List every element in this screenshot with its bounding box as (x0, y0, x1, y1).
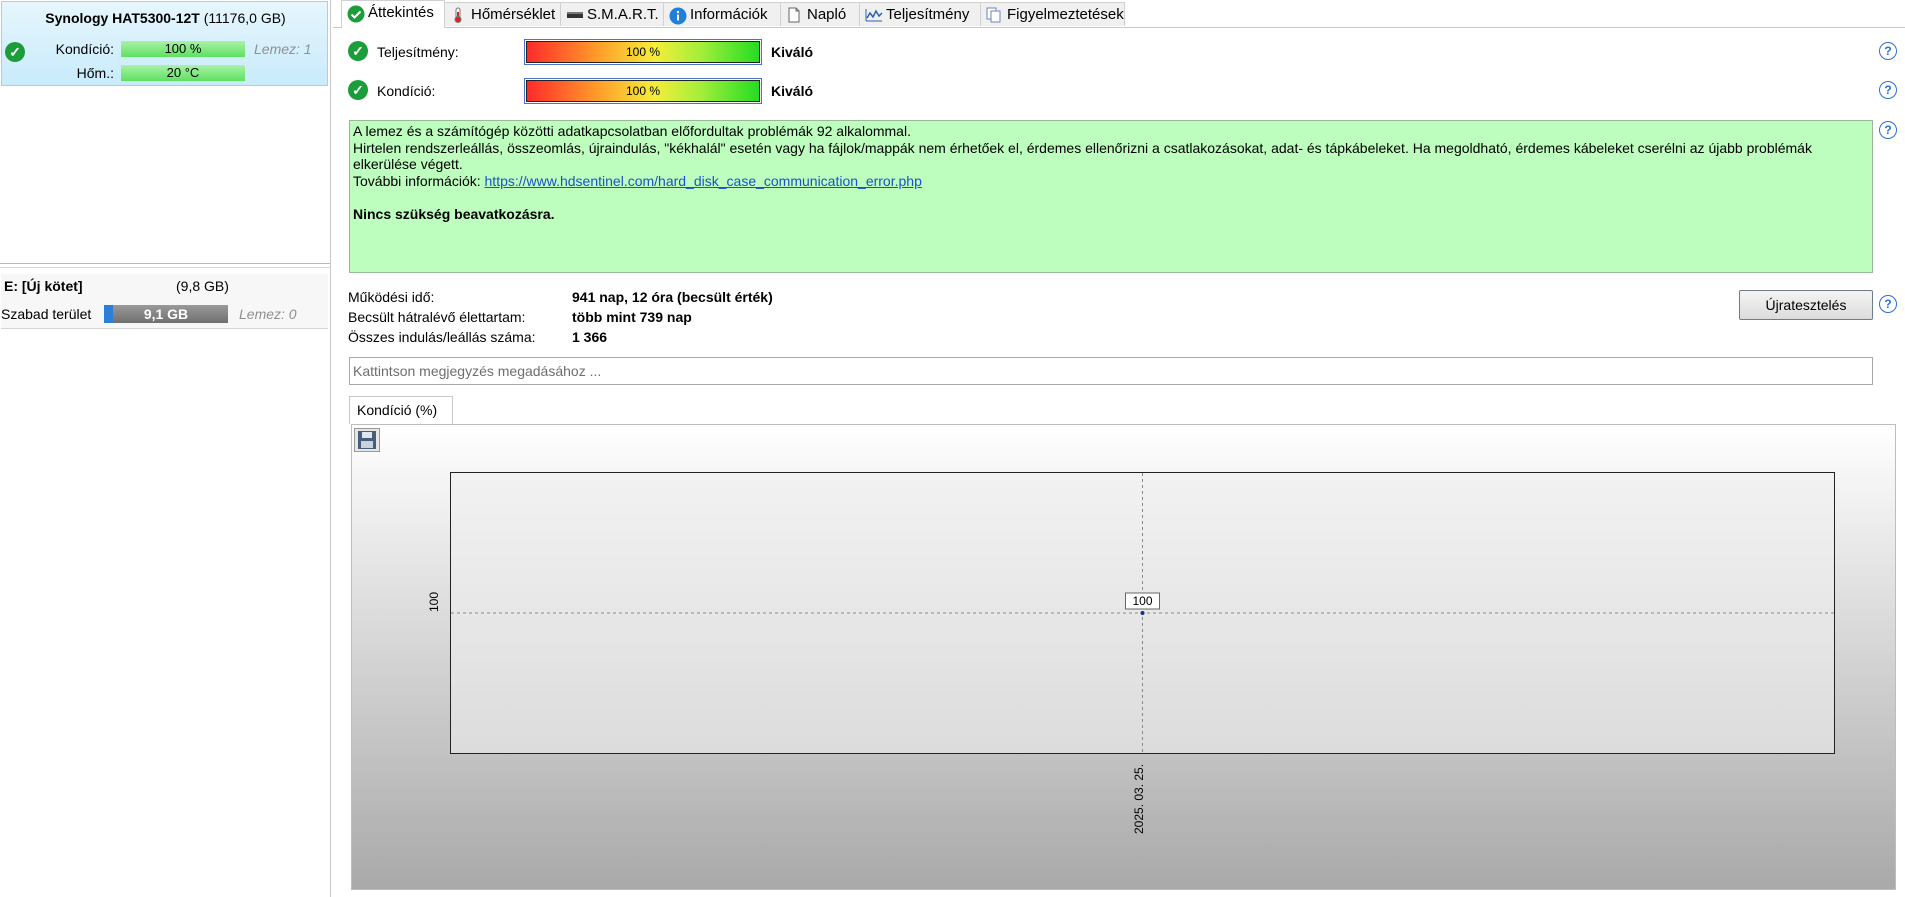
help-icon[interactable]: ? (1879, 81, 1897, 99)
condition-label: Kondíció: (377, 83, 436, 99)
disk-name: Synology HAT5300-12T (45, 10, 200, 26)
chart-plot-area: 100 (450, 472, 1835, 754)
note-input[interactable]: Kattintson megjegyzés megadásához ... (349, 357, 1873, 385)
lifetime-value: több mint 739 nap (572, 309, 692, 325)
splitter-line (0, 267, 330, 268)
y-tick-label: 100 (427, 591, 441, 612)
disk-temp-bar: 20 °C (121, 65, 245, 81)
tab-label: Áttekintés (368, 4, 434, 21)
disk-condition-bar: 100 % (121, 41, 245, 57)
tab-label: Teljesítmény (886, 6, 970, 23)
more-info-label: További információk: (353, 172, 481, 189)
tab-bar: Áttekintés Hőmérséklet S.M.A.R.T. Inform… (333, 0, 1905, 28)
tab-informaciok[interactable]: Információk (663, 2, 781, 26)
performance-chart-icon (865, 7, 883, 23)
disk-card-selected[interactable]: Synology HAT5300-12T (11176,0 GB) ✓ Kond… (1, 1, 328, 86)
volume-size: (9,8 GB) (176, 278, 229, 294)
tab-label: Figyelmeztetések (1007, 6, 1124, 23)
disk-title: Synology HAT5300-12T (11176,0 GB) (2, 10, 329, 26)
thermometer-icon (450, 7, 466, 23)
condition-rating: Kiváló (771, 83, 814, 99)
check-circle-icon (347, 5, 365, 23)
save-chart-button[interactable] (354, 428, 380, 452)
tab-smart[interactable]: S.M.A.R.T. (560, 2, 664, 26)
x-tick-label: 2025. 03. 25. (1132, 763, 1146, 834)
uptime-value: 941 nap, 12 óra (becsült érték) (572, 289, 773, 305)
disk-icon (566, 7, 583, 23)
more-info-row: További információk: https://www.hdsenti… (353, 173, 1869, 190)
message-line-1: A lemez és a számítógép közötti adatkapc… (353, 123, 911, 139)
tab-label: S.M.A.R.T. (587, 6, 659, 23)
lifetime-label: Becsült hátralévő élettartam: (348, 309, 526, 325)
more-info-link[interactable]: https://www.hdsentinel.com/hard_disk_cas… (485, 173, 922, 189)
disk-list-panel (0, 0, 331, 897)
disk-index: Lemez: 1 (254, 41, 312, 57)
alerts-icon (986, 7, 1002, 23)
data-point (1140, 611, 1145, 615)
info-icon (669, 7, 687, 25)
condition-bar-value: 100 % (526, 80, 760, 102)
condition-bar: 100 % (524, 78, 762, 104)
message-conclusion: Nincs szükség beavatkozásra. (353, 206, 555, 222)
performance-rating: Kiváló (771, 44, 814, 60)
tab-naplo[interactable]: Napló (780, 2, 860, 26)
performance-bar-value: 100 % (526, 41, 760, 63)
disk-size: (11176,0 GB) (203, 10, 286, 26)
tab-teljesitmeny[interactable]: Teljesítmény (859, 2, 981, 26)
tab-attekintes[interactable]: Áttekintés (341, 0, 445, 28)
volume-name: E: [Új kötet] (4, 278, 83, 294)
tab-condition-chart[interactable]: Kondíció (%) (349, 396, 453, 424)
free-space-label: Szabad terület (1, 306, 92, 322)
disk-temp-label: Hőm.: (76, 65, 114, 81)
tab-label: Információk (690, 6, 768, 23)
uptime-label: Működési idő: (348, 289, 435, 305)
check-circle-icon: ✓ (348, 80, 368, 100)
tab-label: Hőmérséklet (471, 6, 556, 23)
message-line-2: Hirtelen rendszerleállás, összeomlás, új… (353, 139, 1812, 173)
check-circle-icon: ✓ (348, 41, 368, 61)
tab-label: Napló (807, 6, 847, 23)
help-icon[interactable]: ? (1879, 295, 1897, 313)
performance-label: Teljesítmény: (377, 44, 459, 60)
tab-homerseklet[interactable]: Hőmérséklet (444, 2, 561, 26)
help-icon[interactable]: ? (1879, 121, 1897, 139)
status-message-box: A lemez és a számítógép közötti adatkapc… (349, 120, 1873, 273)
performance-bar: 100 % (524, 39, 762, 65)
starts-label: Összes indulás/leállás száma: (348, 329, 536, 345)
volume-disk-index: Lemez: 0 (239, 306, 297, 322)
tab-figyelmeztetesek[interactable]: Figyelmeztetések (980, 2, 1125, 26)
check-circle-icon: ✓ (5, 42, 25, 62)
save-icon (358, 431, 376, 449)
splitter[interactable] (0, 263, 330, 264)
data-label: 100 (1132, 594, 1152, 608)
retest-button[interactable]: Újratesztelés (1739, 290, 1873, 320)
help-icon[interactable]: ? (1879, 42, 1897, 60)
document-icon (786, 7, 802, 23)
starts-value: 1 366 (572, 329, 608, 345)
condition-chart: 100 (451, 473, 1834, 753)
disk-condition-label: Kondíció: (55, 41, 114, 57)
free-space-value: 9,1 GB (143, 306, 189, 322)
